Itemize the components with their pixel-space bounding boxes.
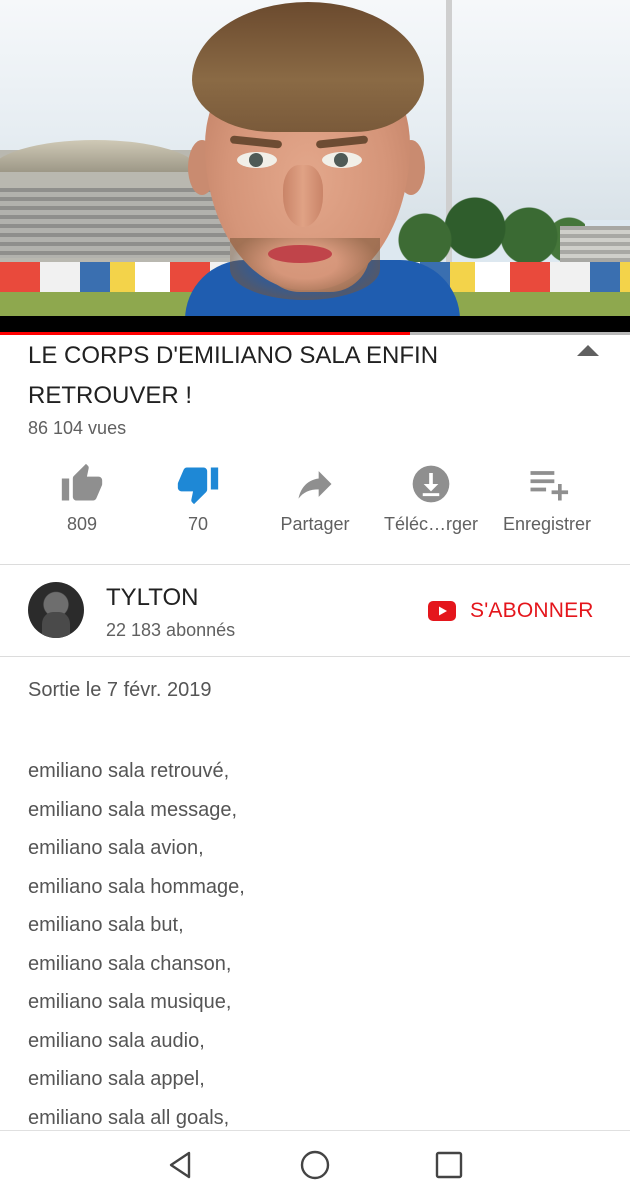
download-button[interactable]: Téléc…rger bbox=[373, 462, 489, 546]
video-title[interactable]: LE CORPS D'EMILIANO SALA ENFIN RETROUVER… bbox=[28, 336, 558, 416]
thumbs-up-icon bbox=[61, 463, 103, 501]
subscriber-count: 22 183 abonnés bbox=[106, 620, 236, 640]
description-line: emiliano sala hommage, bbox=[28, 875, 245, 898]
back-icon[interactable] bbox=[165, 1149, 197, 1181]
save-button[interactable]: Enregistrer bbox=[489, 462, 605, 546]
dislike-count: 70 bbox=[187, 514, 209, 534]
download-icon bbox=[412, 465, 450, 503]
description-line: emiliano sala but, bbox=[28, 914, 184, 936]
like-button[interactable]: 809 bbox=[24, 462, 140, 546]
share-button[interactable]: Partager bbox=[257, 462, 373, 546]
description-line: emiliano sala appel, bbox=[28, 1068, 205, 1090]
thumbnail-person-mouth bbox=[268, 245, 332, 263]
share-label: Partager bbox=[280, 514, 350, 534]
subscribe-button[interactable]: S'ABONNER bbox=[428, 596, 594, 626]
thumbnail-person-nose bbox=[283, 165, 323, 227]
youtube-logo-icon bbox=[428, 601, 456, 621]
thumbnail-trees bbox=[385, 192, 585, 272]
description-line: emiliano sala retrouvé, bbox=[28, 760, 230, 782]
view-count: 86 104 vues bbox=[28, 418, 127, 438]
thumbnail-person-eye bbox=[322, 152, 362, 168]
subscribe-label: S'ABONNER bbox=[470, 599, 594, 622]
like-count: 809 bbox=[66, 514, 98, 534]
thumbnail-person-eye bbox=[237, 152, 277, 168]
description-line: emiliano sala message, bbox=[28, 798, 237, 821]
thumbs-down-icon bbox=[177, 467, 219, 505]
thumbnail-stand-rows bbox=[0, 188, 230, 258]
share-icon bbox=[298, 471, 332, 499]
description-line: emiliano sala avion, bbox=[28, 837, 204, 859]
save-label: Enregistrer bbox=[502, 514, 592, 534]
playlist-add-icon bbox=[530, 471, 569, 501]
video-player[interactable] bbox=[0, 0, 630, 332]
description-line: emiliano sala audio, bbox=[28, 1029, 205, 1052]
description-line: emiliano sala chanson, bbox=[28, 952, 232, 975]
description-tag-list: emiliano sala retrouvé, emiliano sala me… bbox=[28, 752, 245, 1137]
recent-apps-icon[interactable] bbox=[433, 1149, 465, 1181]
system-navigation-bar bbox=[0, 1130, 630, 1200]
divider bbox=[0, 564, 630, 565]
channel-name[interactable]: TYLTON bbox=[106, 584, 198, 612]
divider bbox=[0, 656, 630, 657]
chevron-up-icon[interactable] bbox=[575, 342, 601, 358]
download-label: Téléc…rger bbox=[383, 514, 479, 534]
channel-avatar[interactable] bbox=[28, 582, 84, 638]
release-date: Sortie le 7 févr. 2019 bbox=[28, 679, 212, 701]
video-progress-track[interactable] bbox=[0, 332, 630, 335]
description-line: emiliano sala musique, bbox=[28, 991, 232, 1013]
video-progress-fill bbox=[0, 332, 410, 335]
home-icon[interactable] bbox=[299, 1149, 331, 1181]
dislike-button[interactable]: 70 bbox=[140, 462, 256, 546]
